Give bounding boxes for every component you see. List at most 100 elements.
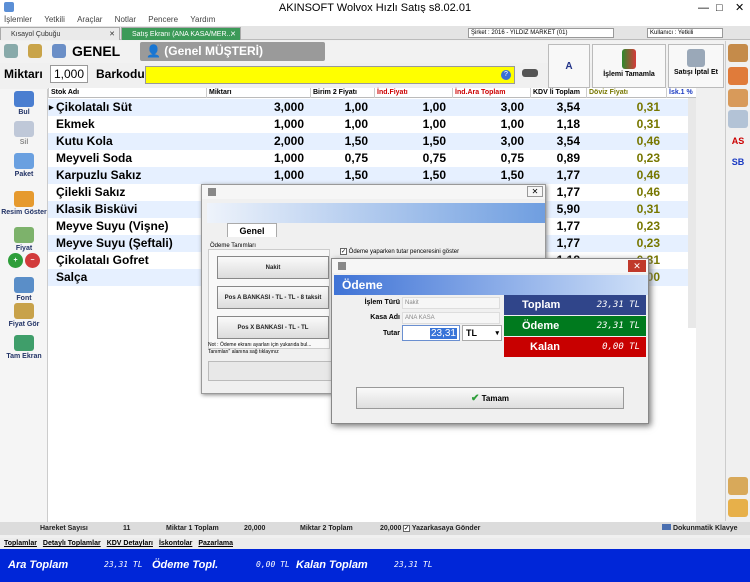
see-price-button[interactable]: Fiyat Gör <box>1 303 47 328</box>
tab-shortcuts[interactable]: Kısayol Çubuğu ✕ <box>0 27 120 40</box>
cancel-sale-icon <box>687 49 705 67</box>
drawer-icon[interactable] <box>728 499 748 517</box>
cell-sub: 1,00 <box>500 117 524 131</box>
cell-kdv: 0,89 <box>556 151 580 165</box>
col-discount-pct[interactable]: İsk.1 % <box>666 88 696 98</box>
table-row[interactable]: Çikolatalı Süt ▸ 3,000 1,00 1,00 3,00 3,54 0,31 <box>48 99 696 116</box>
table-row[interactable]: Meyveli Soda 1,000 0,75 0,75 0,75 0,89 0,23 <box>48 150 696 167</box>
find-button[interactable]: Bul <box>1 91 47 116</box>
plus-icon[interactable]: + <box>8 253 24 268</box>
payment-pos-x[interactable]: Pos X BANKASI - TL - TL <box>217 316 329 339</box>
close-tab-icon[interactable]: ✕ <box>109 28 115 41</box>
show-amount-checkbox[interactable]: ✓ Ödeme yaparken tutar penceresini göste… <box>340 248 459 255</box>
tab-discounts[interactable]: İskontolar <box>159 540 192 547</box>
price-group-icon[interactable] <box>52 44 66 58</box>
currency-select[interactable]: TL ▾ <box>462 325 502 341</box>
price-button[interactable]: Fiyat <box>1 227 47 252</box>
as-button[interactable]: AS <box>728 132 748 150</box>
tab-detailed-totals[interactable]: Detaylı Toplamlar <box>43 540 101 547</box>
sb-button[interactable]: SB <box>728 153 748 171</box>
package-button[interactable]: Paket <box>1 153 47 178</box>
cell-sub: 3,00 <box>500 134 524 148</box>
menu-item-yetkili[interactable]: Yetkili <box>44 15 65 24</box>
menu-item-yardim[interactable]: Yardım <box>190 15 215 24</box>
menu-item-notlar[interactable]: Notlar <box>115 15 136 24</box>
full-screen-icon <box>14 335 34 351</box>
keyboard-button[interactable]: Dokunmatik Klavye <box>662 522 738 535</box>
a-button-label: A <box>565 61 573 72</box>
payment-cash[interactable]: Nakit <box>217 256 329 279</box>
qty1-label: Miktar 1 Toplam <box>166 525 219 532</box>
scanner-icon[interactable] <box>522 69 538 77</box>
see-price-label: Fiyat Gör <box>8 321 40 328</box>
cell-qty: 2,000 <box>273 134 304 148</box>
app-icon <box>4 2 14 12</box>
a-button[interactable]: A <box>548 44 590 88</box>
rest-total-display: Kalan Toplam 23,31 TL <box>296 553 446 577</box>
complete-transaction-button[interactable]: İşlemi Tamamla <box>592 44 666 88</box>
col-disc-sub[interactable]: İnd.Ara Toplam <box>452 88 530 98</box>
cancel-sale-button[interactable]: Satışı İptal Et <box>668 44 724 88</box>
paid-total-display: Ödeme Topl. 0,00 TL <box>152 553 292 577</box>
tab-marketing[interactable]: Pazarlama <box>198 540 233 547</box>
font-icon <box>14 277 34 293</box>
delete-button[interactable]: Sil <box>1 121 47 146</box>
cell-stock-name: Ekmek <box>56 117 95 131</box>
tab-sales-screen[interactable]: Satış Ekranı (ANA KASA/MER... ✕ <box>121 27 241 40</box>
type-value: Nakit <box>405 300 419 306</box>
settings-close-button[interactable]: ✕ <box>527 186 543 197</box>
settings-footer-button[interactable] <box>208 361 332 381</box>
help-icon[interactable]: ? <box>501 70 511 80</box>
settings-tab-genel[interactable]: Genel <box>227 223 277 237</box>
col-kdv-total[interactable]: KDV li Toplam <box>530 88 586 98</box>
table-row[interactable]: Ekmek 1,000 1,00 1,00 1,00 1,18 0,31 <box>48 116 696 133</box>
cell-stock-name: Meyveli Soda <box>56 151 133 165</box>
grid-scrollbar[interactable] <box>688 98 696 328</box>
close-tab-icon[interactable]: ✕ <box>230 28 236 41</box>
font-button[interactable]: Font <box>1 277 47 302</box>
qty-input[interactable]: 1,000 <box>50 65 88 83</box>
menu-item-islemler[interactable]: İşlemler <box>4 15 32 24</box>
payment-close-button[interactable]: ✕ <box>628 260 646 272</box>
table-row[interactable]: Kutu Kola 2,000 1,50 1,50 3,00 3,54 0,46 <box>48 133 696 150</box>
menu-item-pencere[interactable]: Pencere <box>148 15 178 24</box>
col-stock-name[interactable]: Stok Adı <box>48 88 206 98</box>
customer-box[interactable]: 👤 (Genel MÜŞTERİ) <box>140 42 325 61</box>
cell-qty: 1,000 <box>273 168 304 182</box>
cell-fx: 0,23 <box>636 219 660 233</box>
cell-stock-name: Karpuzlu Sakız <box>56 168 142 182</box>
cell-kdv: 1,18 <box>556 117 580 131</box>
send-register-label: Yazarkasaya Gönder <box>411 525 481 532</box>
settings-icon[interactable] <box>4 44 18 58</box>
show-image-button[interactable]: Resim Göster <box>1 191 47 216</box>
book-icon <box>622 49 636 69</box>
col-qty[interactable]: Miktarı <box>206 88 310 98</box>
list-icon[interactable] <box>728 110 748 128</box>
col-disc-price[interactable]: İnd.Fiyatı <box>374 88 452 98</box>
tab-kdv-details[interactable]: KDV Detayları <box>107 540 153 547</box>
user-icon[interactable] <box>728 44 748 62</box>
customer-card-icon[interactable] <box>728 67 748 85</box>
ok-button[interactable]: ✔ Tamam <box>356 387 624 409</box>
barcode-input[interactable]: ? <box>145 66 515 84</box>
price-group-label[interactable]: GENEL <box>72 43 120 59</box>
total-box: Toplam 23,31 TL <box>504 295 646 315</box>
send-register-checkbox[interactable]: ✓ Yazarkasaya Gönder <box>403 522 480 535</box>
payment-pos-a[interactable]: Pos A BANKASI - TL - TL - 8 taksit <box>217 286 329 309</box>
full-screen-button[interactable]: Tam Ekran <box>1 335 47 360</box>
cell-stock-name: Çikolatalı Gofret <box>56 253 149 267</box>
customer-icon[interactable] <box>28 44 42 58</box>
tab-totals[interactable]: Toplamlar <box>4 540 37 547</box>
cashier-icon[interactable] <box>728 477 748 495</box>
menu-item-araclar[interactable]: Araçlar <box>77 15 102 24</box>
minus-icon[interactable]: − <box>24 253 40 268</box>
table-row[interactable]: Karpuzlu Sakız 1,000 1,50 1,50 1,50 1,77 0,46 <box>48 167 696 184</box>
font-label: Font <box>16 295 32 302</box>
col-price2[interactable]: Birim 2 Fiyatı <box>310 88 374 98</box>
cell-sub: 1,50 <box>500 168 524 182</box>
col-fx-price[interactable]: Döviz Fiyatı <box>586 88 666 98</box>
cell-stock-name: Meyve Suyu (Vişne) <box>56 219 169 233</box>
amount-input[interactable]: 23,31 <box>402 325 460 341</box>
notes-icon[interactable] <box>728 89 748 107</box>
find-label: Bul <box>18 109 30 116</box>
